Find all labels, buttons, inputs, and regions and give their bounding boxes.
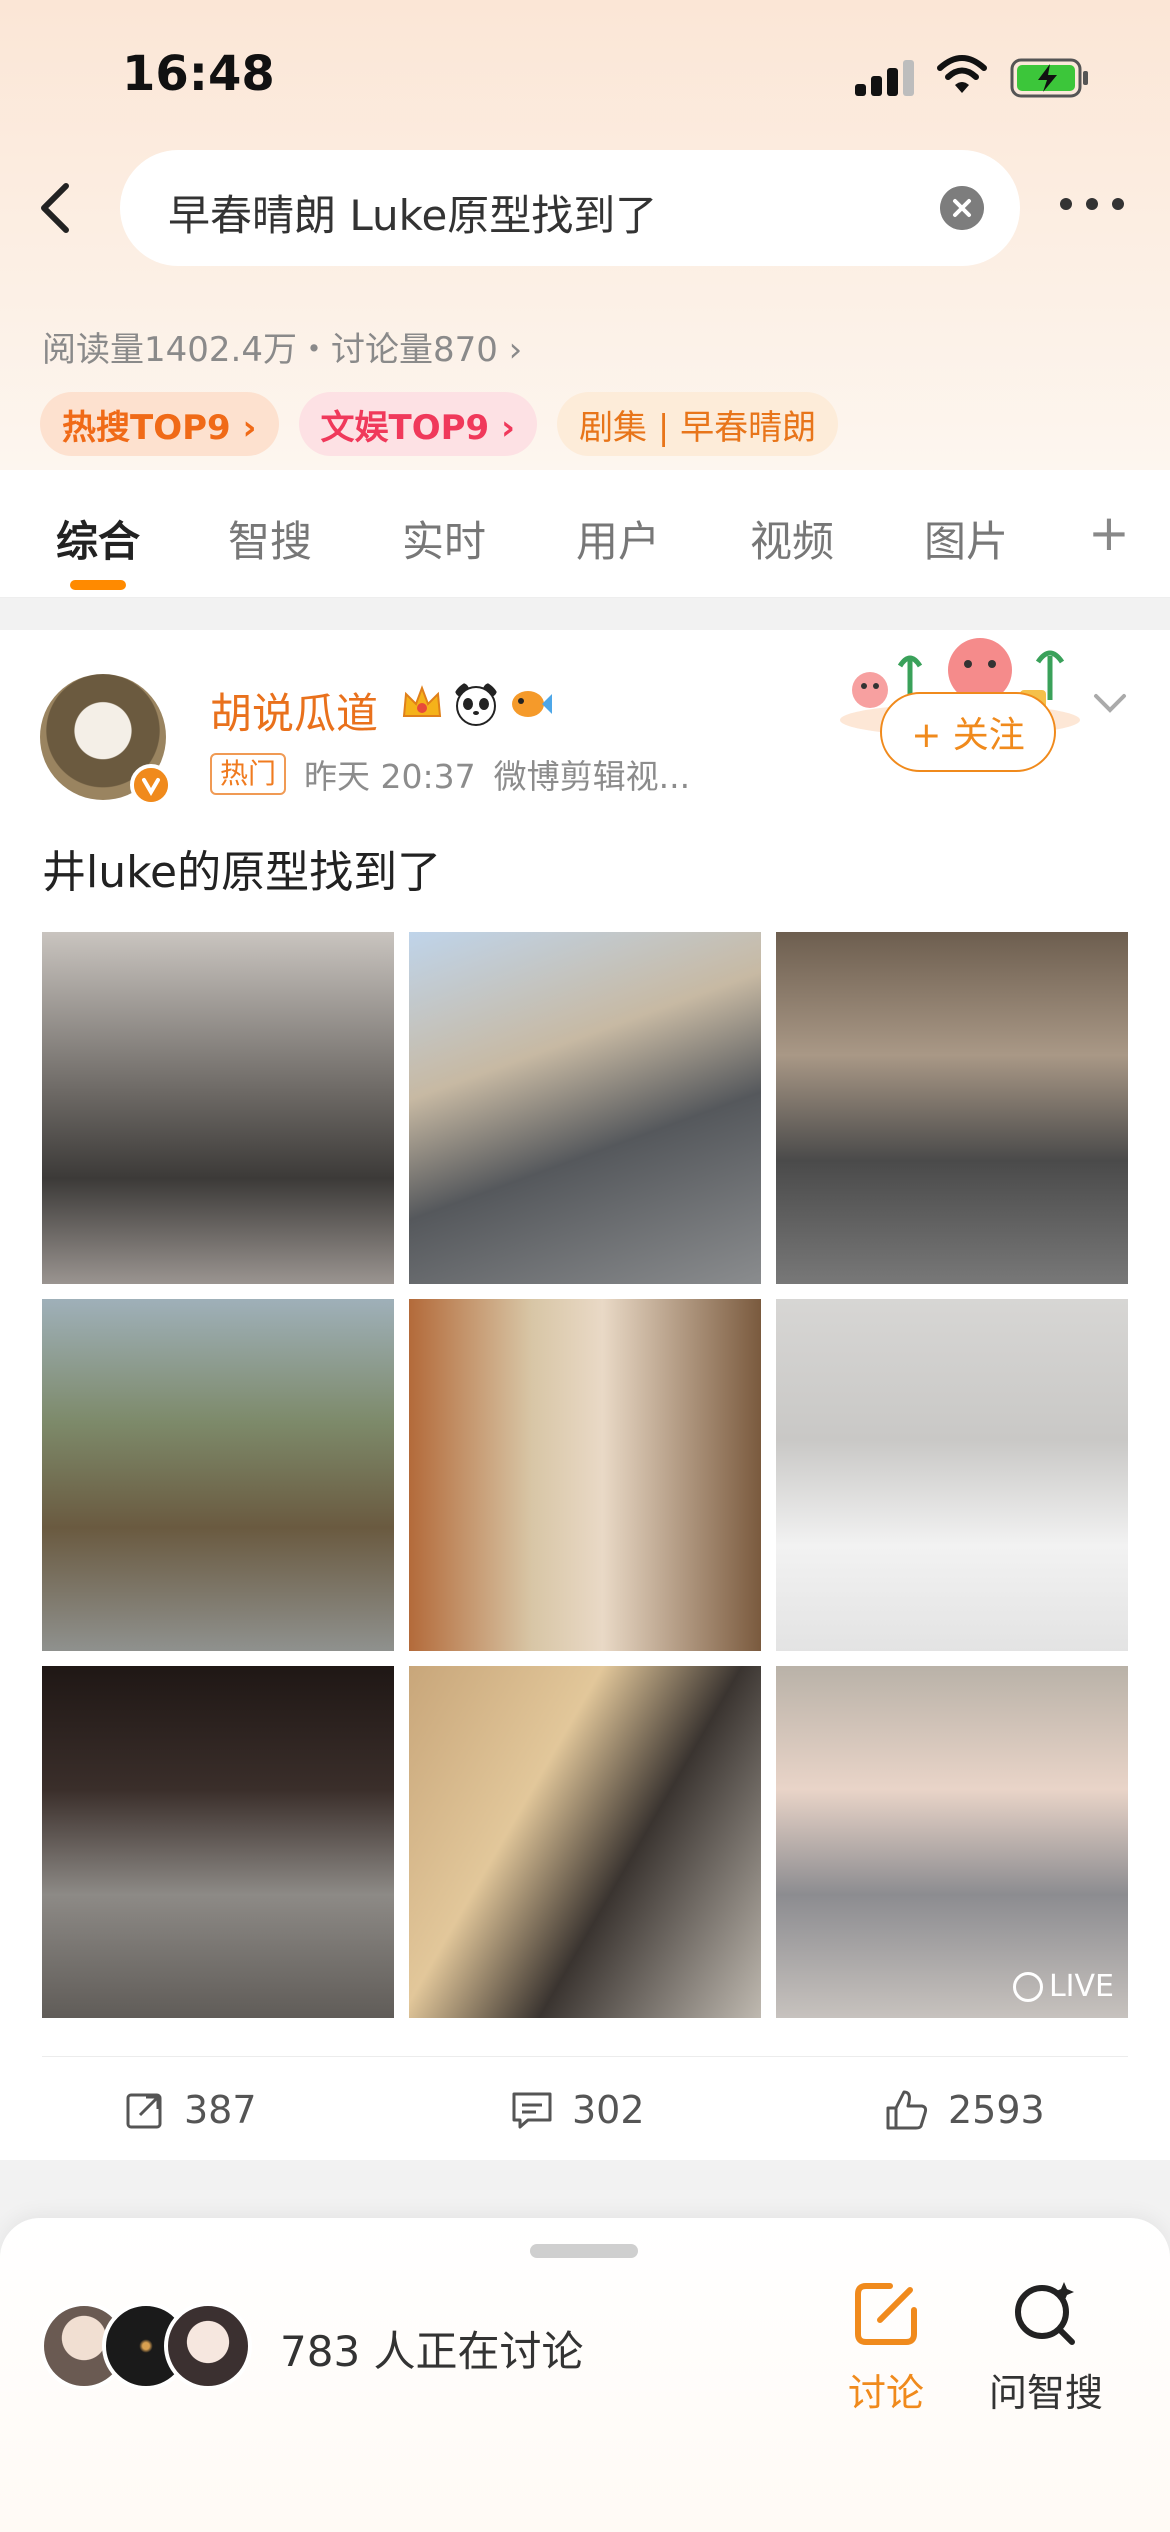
post-actions: 387 302 2593 [42, 2056, 1128, 2160]
add-tab-icon[interactable]: + [1088, 504, 1130, 562]
photo-1[interactable] [42, 932, 394, 1284]
clear-search-icon[interactable] [940, 186, 984, 230]
fish-icon [512, 691, 552, 717]
search-input[interactable]: 早春晴朗 Luke原型找到了 [120, 150, 1020, 266]
discussion-count: 783 人正在讨论 [280, 2327, 584, 2376]
more-options-icon[interactable] [1060, 198, 1126, 218]
username[interactable]: 胡说瓜道 [210, 680, 378, 741]
post-text: 井luke的原型找到了 [42, 847, 442, 898]
tab-realtime[interactable]: 实时 [402, 508, 486, 569]
wifi-icon [937, 55, 987, 93]
photo-5[interactable] [409, 1299, 761, 1651]
live-label: LIVE [1048, 1969, 1114, 2004]
repost-icon [126, 2093, 162, 2129]
post-meta: 热门 昨天 20:37 微博剪辑视... [210, 752, 690, 796]
image-grid: LIVE [42, 932, 1128, 2018]
like-count: 2593 [948, 2088, 1045, 2132]
search-tabs: 综合 智搜 实时 用户 视频 图片 + [0, 470, 1170, 598]
search-query-text: 早春晴朗 Luke原型找到了 [168, 191, 658, 240]
topic-stats[interactable]: 阅读量1402.4万・讨论量870 › [42, 322, 522, 371]
photo-3[interactable] [776, 932, 1128, 1284]
drag-handle[interactable] [530, 2244, 638, 2258]
tab-overview[interactable]: 综合 [56, 508, 140, 569]
live-photo-badge: LIVE [1012, 1969, 1114, 2004]
panda-icon [455, 683, 497, 726]
verified-badge-icon [130, 764, 172, 806]
drama-pill[interactable]: 剧集 | 早春晴朗 [557, 392, 839, 456]
topic-pills: 热搜TOP9 › 文娱TOP9 › 剧集 | 早春晴朗 [40, 392, 839, 456]
live-icon [1012, 1971, 1043, 2002]
comment-button[interactable]: 302 [510, 2085, 645, 2135]
photo-7[interactable] [42, 1666, 394, 2018]
like-button[interactable]: 2593 [884, 2085, 1045, 2135]
photo-4[interactable] [42, 1299, 394, 1651]
entertainment-rank-pill[interactable]: 文娱TOP9 › [298, 392, 538, 456]
photo-2[interactable] [409, 932, 761, 1284]
back-arrow-icon[interactable] [30, 172, 90, 242]
photo-6[interactable] [776, 1299, 1128, 1651]
discuss-button[interactable]: 讨论 [816, 2278, 956, 2448]
comment-count: 302 [572, 2088, 645, 2132]
tab-videos[interactable]: 视频 [750, 508, 834, 569]
hot-tag: 热门 [210, 753, 287, 795]
smart-search-icon [1015, 2282, 1075, 2345]
photo-9-live[interactable]: LIVE [776, 1666, 1128, 2018]
ask-smart-search-label: 问智搜 [988, 2371, 1103, 2415]
discussion-bottom-sheet: 783 人正在讨论 讨论 问智搜 [0, 2218, 1170, 2532]
post-time: 昨天 20:37 [304, 757, 476, 796]
status-time: 16:48 [122, 46, 275, 102]
repost-count: 387 [184, 2088, 257, 2132]
post-source: 微博剪辑视... [493, 757, 691, 796]
photo-8[interactable] [409, 1666, 761, 2018]
ask-smart-search-button[interactable]: 问智搜 [976, 2278, 1116, 2448]
hot-search-rank-pill[interactable]: 热搜TOP9 › [40, 392, 279, 456]
follow-button[interactable]: + 关注 [880, 692, 1056, 772]
avatar [164, 2302, 252, 2390]
tab-users[interactable]: 用户 [576, 508, 660, 569]
search-header: 早春晴朗 Luke原型找到了 [0, 150, 1170, 270]
cellular-signal-icon [855, 60, 915, 96]
comment-icon [512, 2092, 552, 2129]
tab-images[interactable]: 图片 [924, 508, 1008, 569]
repost-button[interactable]: 387 [124, 2085, 257, 2135]
chevron-down-icon[interactable] [1090, 688, 1130, 718]
participant-avatars[interactable] [40, 2302, 260, 2390]
post-card: 胡说瓜道 热门 昨天 20:37 微博剪辑视... + 关注 井luke的原型找… [0, 630, 1170, 2160]
compose-icon [855, 2283, 917, 2345]
tab-smart-search[interactable]: 智搜 [228, 508, 312, 569]
status-bar: 16:48 [0, 0, 1170, 150]
user-badges [398, 680, 554, 730]
active-tab-indicator [70, 580, 126, 590]
battery-charging-icon [1010, 58, 1088, 98]
crown-icon [402, 685, 442, 717]
like-icon [886, 2090, 928, 2130]
discuss-label: 讨论 [847, 2371, 924, 2415]
